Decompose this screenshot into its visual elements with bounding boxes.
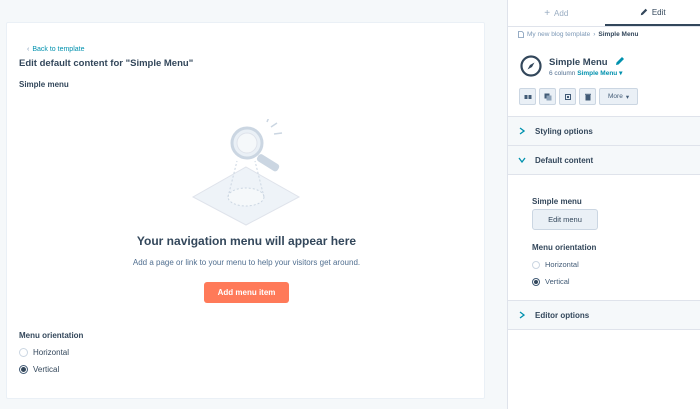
default-content-body: Simple menu Edit menu Menu orientation H…: [508, 174, 700, 300]
delete-icon: [584, 93, 591, 100]
editor-canvas: ‹ Back to template Edit default content …: [0, 0, 507, 409]
orientation-horizontal-radio[interactable]: Horizontal: [19, 348, 69, 357]
section-title: Editor options: [535, 310, 590, 320]
radio-checked-icon: [532, 277, 540, 286]
chevron-down-icon: [518, 156, 526, 164]
tab-add-label: Add: [554, 8, 569, 18]
caret-down-icon: ▾: [619, 70, 623, 77]
module-type-label: Simple Menu: [577, 70, 618, 77]
tab-add[interactable]: + Add: [508, 0, 605, 26]
pencil-icon: [640, 8, 648, 16]
section-title: Default content: [535, 155, 594, 165]
plus-icon: +: [544, 7, 551, 19]
inspect-button[interactable]: [519, 88, 536, 105]
page-title: Edit default content for "Simple Menu": [19, 58, 194, 69]
radio-unchecked-icon: [19, 348, 28, 357]
more-label: More: [608, 93, 623, 100]
clone-icon: [544, 93, 551, 100]
inspect-icon: [524, 94, 531, 99]
tab-edit[interactable]: Edit: [604, 0, 700, 26]
delete-button[interactable]: [579, 88, 596, 105]
divider: [508, 329, 700, 330]
resize-button[interactable]: [559, 88, 576, 105]
module-type-dropdown[interactable]: Simple Menu ▾: [577, 70, 622, 77]
back-to-template-link[interactable]: ‹ Back to template: [27, 46, 84, 53]
section-title: Styling options: [535, 126, 593, 136]
right-sidebar: + Add Edit My new blog template › Simple…: [507, 0, 700, 409]
panel-orientation-vertical-radio[interactable]: Vertical: [532, 277, 570, 286]
menu-orientation-label: Menu orientation: [19, 331, 84, 340]
sidebar-tabs: + Add Edit: [508, 0, 700, 27]
caret-down-icon: ▾: [625, 93, 630, 101]
add-menu-item-button[interactable]: Add menu item: [204, 282, 289, 303]
rename-pencil-icon[interactable]: [615, 56, 625, 66]
radio-label: Vertical: [33, 365, 60, 374]
empty-state-heading: Your navigation menu will appear here: [136, 234, 357, 248]
breadcrumb: My new blog template › Simple Menu: [518, 31, 639, 38]
clone-button[interactable]: [539, 88, 556, 105]
chevron-right-icon: [518, 127, 526, 135]
section-label: Simple menu: [19, 80, 69, 89]
radio-label: Horizontal: [33, 348, 70, 357]
module-name: Simple Menu: [549, 57, 608, 68]
orientation-vertical-radio[interactable]: Vertical: [19, 365, 59, 374]
module-toolbar: More ▾: [519, 88, 639, 105]
editor-card: ‹ Back to template Edit default content …: [6, 22, 485, 399]
editor-options-section[interactable]: Editor options: [508, 300, 700, 329]
breadcrumb-parent-link[interactable]: My new blog template: [527, 31, 590, 38]
radio-label: Horizontal: [545, 260, 579, 269]
edit-menu-button[interactable]: Edit menu: [532, 209, 598, 230]
radio-checked-icon: [19, 365, 28, 374]
styling-options-section[interactable]: Styling options: [508, 116, 700, 145]
magnifier-illustration-icon: [191, 119, 301, 226]
document-icon: [518, 31, 524, 38]
radio-unchecked-icon: [532, 260, 540, 269]
radio-label: Vertical: [545, 277, 570, 286]
tab-edit-label: Edit: [651, 7, 666, 17]
menu-orientation-label: Menu orientation: [532, 243, 597, 252]
more-dropdown-button[interactable]: More ▾: [599, 88, 639, 105]
chevron-right-icon: [518, 311, 526, 319]
resize-icon: [564, 93, 571, 100]
module-columns: 6 column: [549, 70, 576, 77]
default-content-section[interactable]: Default content: [508, 145, 700, 174]
simple-menu-label: Simple menu: [532, 197, 582, 206]
empty-state-subtext: Add a page or link to your menu to help …: [132, 258, 361, 267]
chevron-left-icon: ‹: [27, 46, 30, 53]
chevron-right-icon: ›: [593, 31, 596, 38]
module-meta: 6 column Simple Menu ▾: [549, 69, 622, 77]
panel-orientation-horizontal-radio[interactable]: Horizontal: [532, 260, 579, 269]
back-link-label: Back to template: [32, 46, 85, 53]
compass-icon: [520, 55, 542, 77]
breadcrumb-current: Simple Menu: [598, 31, 639, 38]
